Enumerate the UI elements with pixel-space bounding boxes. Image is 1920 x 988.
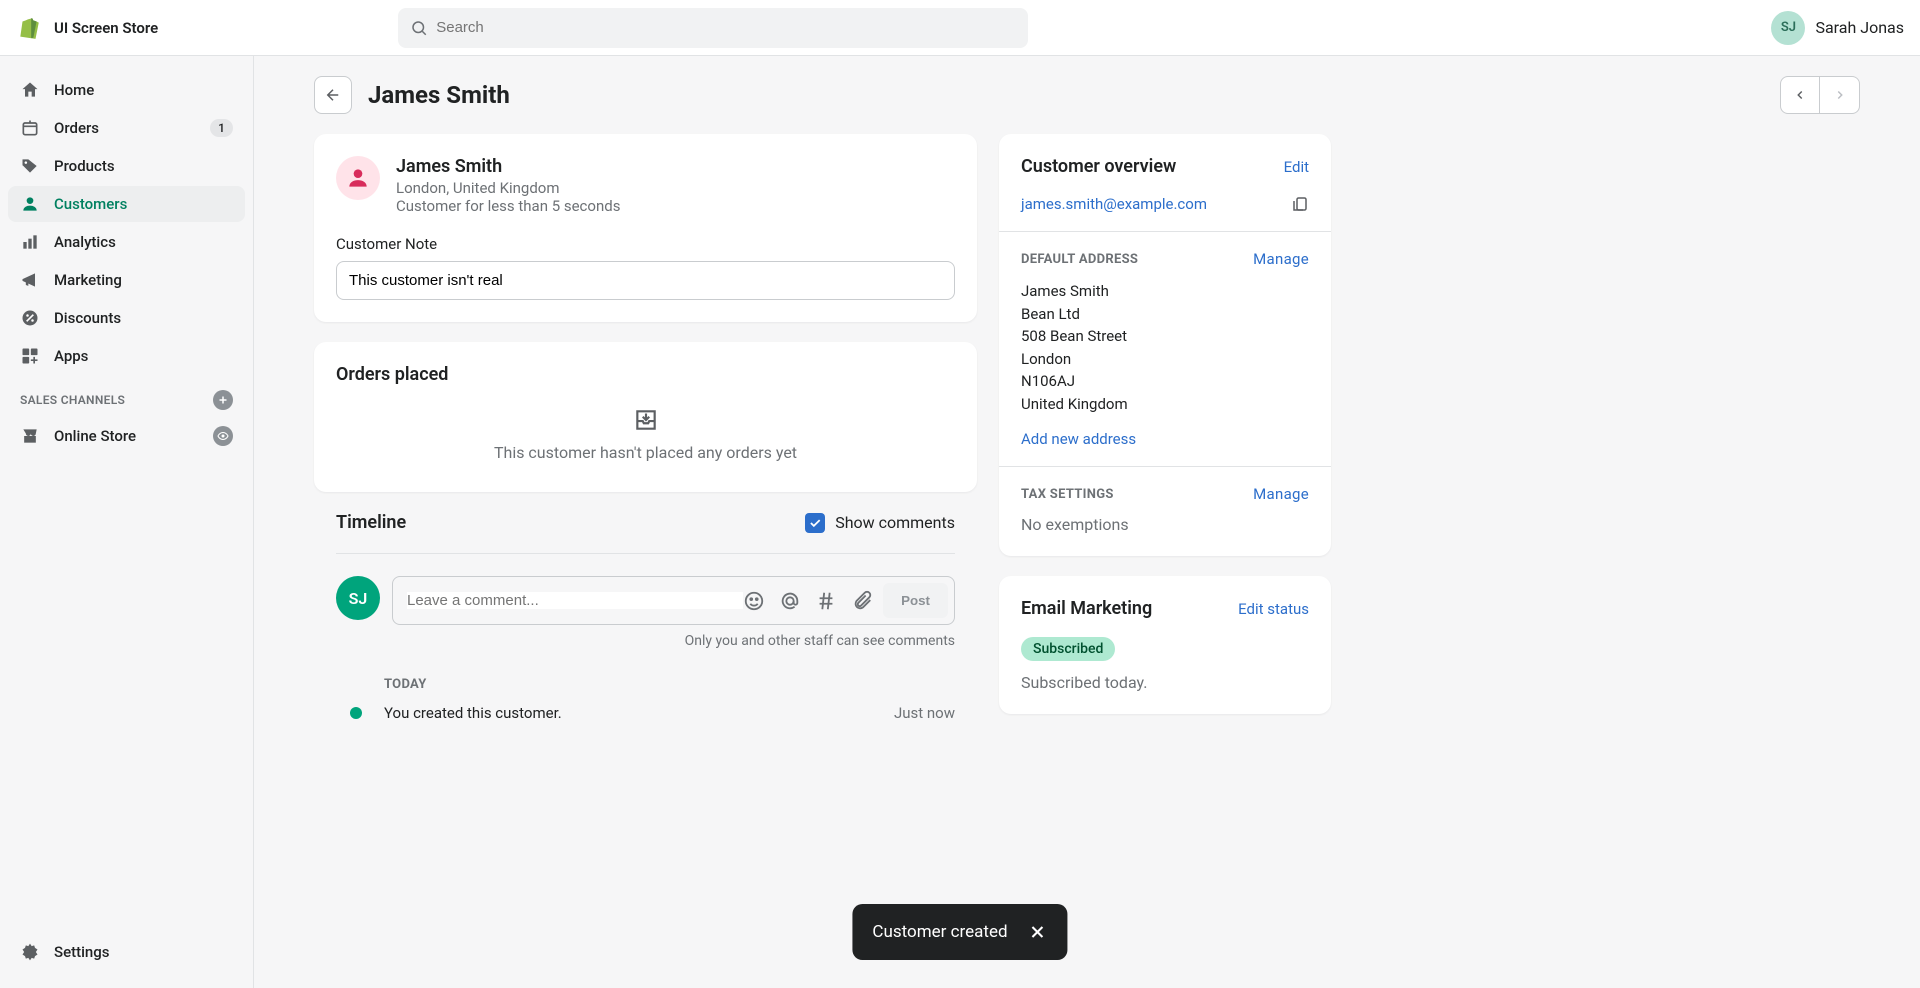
orders-card: Orders placed This customer hasn't place… — [314, 342, 977, 492]
sidebar-item-label: Marketing — [54, 271, 122, 289]
inbox-icon — [314, 407, 977, 433]
checkbox-checked-icon — [805, 513, 825, 533]
orders-empty-text: This customer hasn't placed any orders y… — [314, 443, 977, 462]
back-button[interactable] — [314, 76, 352, 114]
search-icon — [410, 19, 428, 37]
gear-icon — [20, 942, 40, 962]
sidebar-item-label: Analytics — [54, 233, 116, 251]
timeline-event: You created this customer. Just now — [350, 704, 955, 722]
post-button[interactable]: Post — [883, 583, 948, 618]
products-icon — [20, 156, 40, 176]
shopify-logo-icon — [16, 15, 42, 41]
orders-title: Orders placed — [314, 342, 977, 399]
close-icon[interactable] — [1028, 922, 1048, 942]
prev-button[interactable] — [1780, 76, 1820, 114]
customer-card: James Smith London, United Kingdom Custo… — [314, 134, 977, 322]
home-icon — [20, 80, 40, 100]
sidebar-item-apps[interactable]: Apps — [8, 338, 245, 374]
customers-icon — [20, 194, 40, 214]
note-input[interactable] — [336, 261, 955, 300]
comment-avatar: SJ — [336, 576, 380, 620]
timeline-today-label: TODAY — [384, 677, 955, 692]
sidebar-item-label: Customers — [54, 195, 127, 213]
edit-overview-link[interactable]: Edit — [1284, 158, 1309, 176]
sidebar-item-home[interactable]: Home — [8, 72, 245, 108]
orders-badge: 1 — [210, 119, 233, 137]
sidebar-item-customers[interactable]: Customers — [8, 186, 245, 222]
sidebar-item-analytics[interactable]: Analytics — [8, 224, 245, 260]
mention-icon[interactable] — [779, 590, 801, 612]
sidebar-item-orders[interactable]: Orders 1 — [8, 110, 245, 146]
sidebar-item-products[interactable]: Products — [8, 148, 245, 184]
edit-status-link[interactable]: Edit status — [1238, 600, 1309, 618]
overview-card: Customer overview Edit james.smith@examp… — [999, 134, 1331, 556]
topbar: UI Screen Store SJ Sarah Jonas — [0, 0, 1920, 56]
discounts-icon — [20, 308, 40, 328]
tax-text: No exemptions — [1021, 515, 1309, 534]
status-detail: Subscribed today. — [1021, 673, 1309, 692]
sidebar-item-label: Online Store — [54, 427, 136, 445]
next-button[interactable] — [1820, 76, 1860, 114]
comment-box[interactable]: Post — [392, 576, 955, 625]
timeline-dot-icon — [350, 707, 362, 719]
pager — [1780, 76, 1860, 114]
marketing-icon — [20, 270, 40, 290]
sidebar-item-label: Discounts — [54, 309, 121, 327]
main-content: James Smith James Smith London, United — [254, 56, 1920, 988]
sidebar-item-settings[interactable]: Settings — [8, 934, 245, 970]
sidebar-item-discounts[interactable]: Discounts — [8, 300, 245, 336]
comment-hint: Only you and other staff can see comment… — [392, 633, 955, 649]
customer-name: James Smith — [396, 156, 620, 177]
overview-title: Customer overview — [1021, 156, 1176, 177]
timeline-title: Timeline — [336, 512, 406, 533]
toast: Customer created — [852, 904, 1067, 960]
comment-input[interactable] — [407, 592, 743, 609]
sidebar-item-online-store[interactable]: Online Store — [8, 418, 245, 454]
manage-address-link[interactable]: Manage — [1253, 250, 1309, 268]
show-comments-toggle[interactable]: Show comments — [805, 513, 955, 533]
store-icon — [20, 426, 40, 446]
customer-location: London, United Kingdom — [396, 179, 620, 197]
view-store-button[interactable] — [213, 426, 233, 446]
address-block: James Smith Bean Ltd 508 Bean Street Lon… — [1021, 280, 1309, 415]
sidebar-item-label: Settings — [54, 943, 110, 961]
sidebar: Home Orders 1 Products Customers Analyti… — [0, 56, 254, 988]
sidebar-item-label: Apps — [54, 347, 88, 365]
sidebar-item-label: Products — [54, 157, 115, 175]
note-label: Customer Note — [336, 235, 955, 253]
toast-message: Customer created — [872, 922, 1007, 942]
search-bar[interactable] — [398, 8, 1028, 48]
hashtag-icon[interactable] — [815, 590, 837, 612]
status-badge: Subscribed — [1021, 637, 1115, 661]
email-marketing-title: Email Marketing — [1021, 598, 1152, 619]
page-title: James Smith — [368, 81, 510, 109]
emoji-icon[interactable] — [743, 590, 765, 612]
sidebar-item-label: Home — [54, 81, 94, 99]
sidebar-item-marketing[interactable]: Marketing — [8, 262, 245, 298]
email-marketing-card: Email Marketing Edit status Subscribed S… — [999, 576, 1331, 714]
analytics-icon — [20, 232, 40, 252]
customer-duration: Customer for less than 5 seconds — [396, 197, 620, 215]
sales-channels-header: SALES CHANNELS — [8, 376, 245, 418]
timeline-section: Timeline Show comments SJ — [314, 512, 977, 722]
apps-icon — [20, 346, 40, 366]
add-address-link[interactable]: Add new address — [1021, 430, 1136, 448]
sidebar-item-label: Orders — [54, 119, 99, 137]
search-input[interactable] — [436, 19, 1016, 36]
attachment-icon[interactable] — [851, 590, 873, 612]
user-menu[interactable]: SJ Sarah Jonas — [1771, 11, 1904, 45]
tax-label: TAX SETTINGS — [1021, 487, 1114, 502]
clipboard-icon[interactable] — [1291, 195, 1309, 213]
address-label: DEFAULT ADDRESS — [1021, 252, 1138, 267]
customer-email[interactable]: james.smith@example.com — [1021, 195, 1207, 213]
add-channel-button[interactable] — [213, 390, 233, 410]
customer-avatar — [336, 156, 380, 200]
orders-icon — [20, 118, 40, 138]
user-name: Sarah Jonas — [1815, 18, 1904, 37]
user-avatar: SJ — [1771, 11, 1805, 45]
store-name: UI Screen Store — [54, 19, 158, 37]
manage-tax-link[interactable]: Manage — [1253, 485, 1309, 503]
